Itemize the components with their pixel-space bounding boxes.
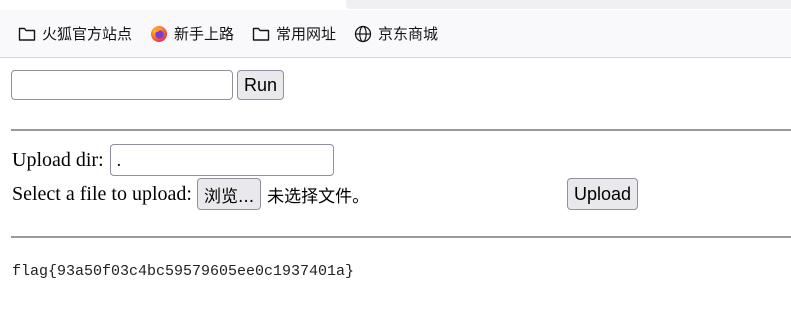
firefox-icon [150, 25, 168, 43]
folder-icon [252, 25, 270, 43]
bookmark-label: 常用网址 [276, 25, 337, 43]
bookmarks-toolbar: 火狐官方站点 新手上路 常用网址 京东商城 [0, 10, 791, 58]
divider [11, 129, 791, 131]
no-file-selected-text: 未选择文件。 [267, 186, 370, 207]
bookmark-label: 京东商城 [378, 25, 439, 43]
bookmark-folder-common-sites[interactable]: 常用网址 [252, 23, 336, 44]
browser-top-strip [0, 0, 791, 10]
browse-button[interactable]: 浏览... [196, 178, 262, 210]
folder-icon [18, 25, 36, 43]
command-form: Run [11, 70, 285, 100]
globe-icon [354, 25, 372, 43]
upload-dir-row: Upload dir: [12, 144, 334, 176]
command-output: flag{93a50f03c4bc59579605ee0c1937401a} [12, 263, 355, 280]
bookmark-label: 新手上路 [174, 25, 235, 43]
address-bar-edge[interactable] [346, 0, 791, 9]
upload-button[interactable]: Upload [567, 178, 639, 210]
upload-dir-label: Upload dir: [12, 148, 104, 171]
command-input[interactable] [11, 70, 233, 100]
page-content: Run Upload dir: Select a file to upload:… [0, 58, 791, 333]
bookmark-jd-mall[interactable]: 京东商城 [354, 23, 438, 44]
bookmark-getting-started[interactable]: 新手上路 [150, 23, 234, 44]
file-select-label: Select a file to upload: [12, 182, 192, 205]
bookmark-folder-firefox-official[interactable]: 火狐官方站点 [18, 23, 132, 44]
upload-dir-input[interactable] [109, 144, 334, 176]
file-select-row: Select a file to upload: 浏览... 未选择文件。 Up… [12, 178, 791, 210]
divider [11, 236, 791, 238]
bookmark-label: 火狐官方站点 [42, 25, 133, 43]
run-button[interactable]: Run [237, 70, 285, 100]
